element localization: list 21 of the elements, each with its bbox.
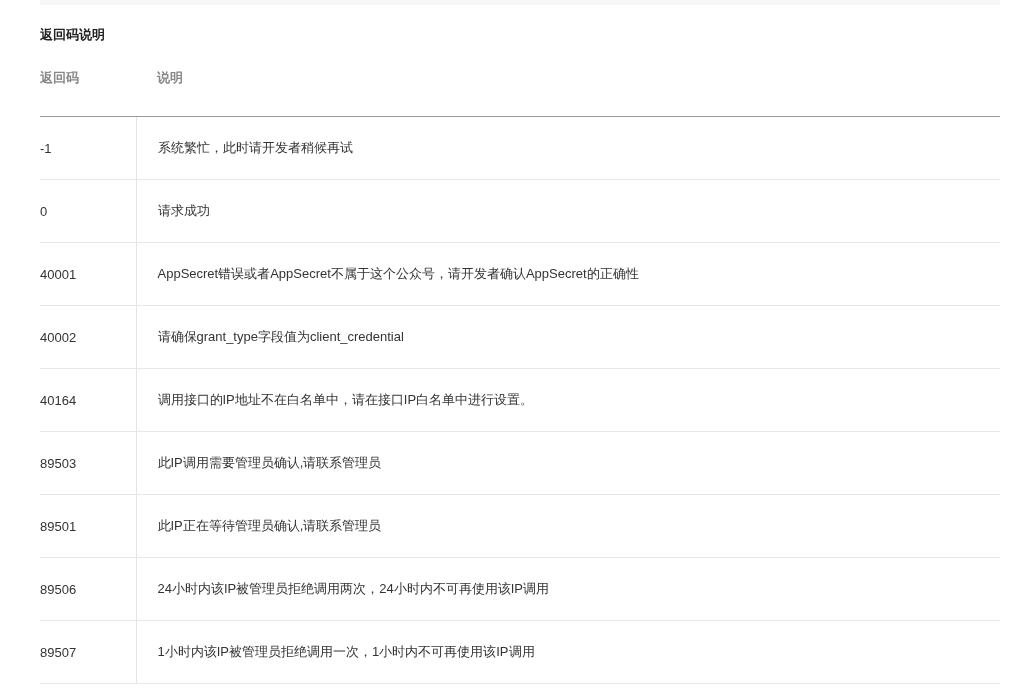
code-cell: 0 (40, 179, 136, 243)
description-cell: 此IP调用需要管理员确认,请联系管理员 (136, 431, 1000, 495)
description-cell: AppSecret错误或者AppSecret不属于这个公众号，请开发者确认AppSecret的正确性 (136, 242, 1000, 306)
code-cell: 89507 (40, 620, 136, 684)
code-cell: 89503 (40, 431, 136, 495)
code-cell: 40001 (40, 242, 136, 306)
description-cell: 请求成功 (136, 179, 1000, 243)
description-cell: 1小时内该IP被管理员拒绝调用一次，1小时内不可再使用该IP调用 (136, 620, 1000, 684)
code-cell: 89501 (40, 494, 136, 558)
description-cell: 调用接口的IP地址不在白名单中，请在接口IP白名单中进行设置。 (136, 368, 1000, 432)
description-cell: 系统繁忙，此时请开发者稍候再试 (136, 116, 1000, 180)
code-cell: 40002 (40, 305, 136, 369)
description-cell: 请确保grant_type字段值为client_credential (136, 305, 1000, 369)
code-cell: 89506 (40, 557, 136, 621)
code-cell: -1 (40, 116, 136, 180)
description-cell: 此IP正在等待管理员确认,请联系管理员 (136, 494, 1000, 558)
column-header: 返回码 (40, 70, 136, 117)
description-cell: 24小时内该IP被管理员拒绝调用两次，24小时内不可再使用该IP调用 (136, 557, 1000, 621)
column-header: 说明 (136, 70, 1000, 117)
section-title: 返回码说明 (40, 26, 106, 44)
code-cell: 40164 (40, 368, 136, 432)
